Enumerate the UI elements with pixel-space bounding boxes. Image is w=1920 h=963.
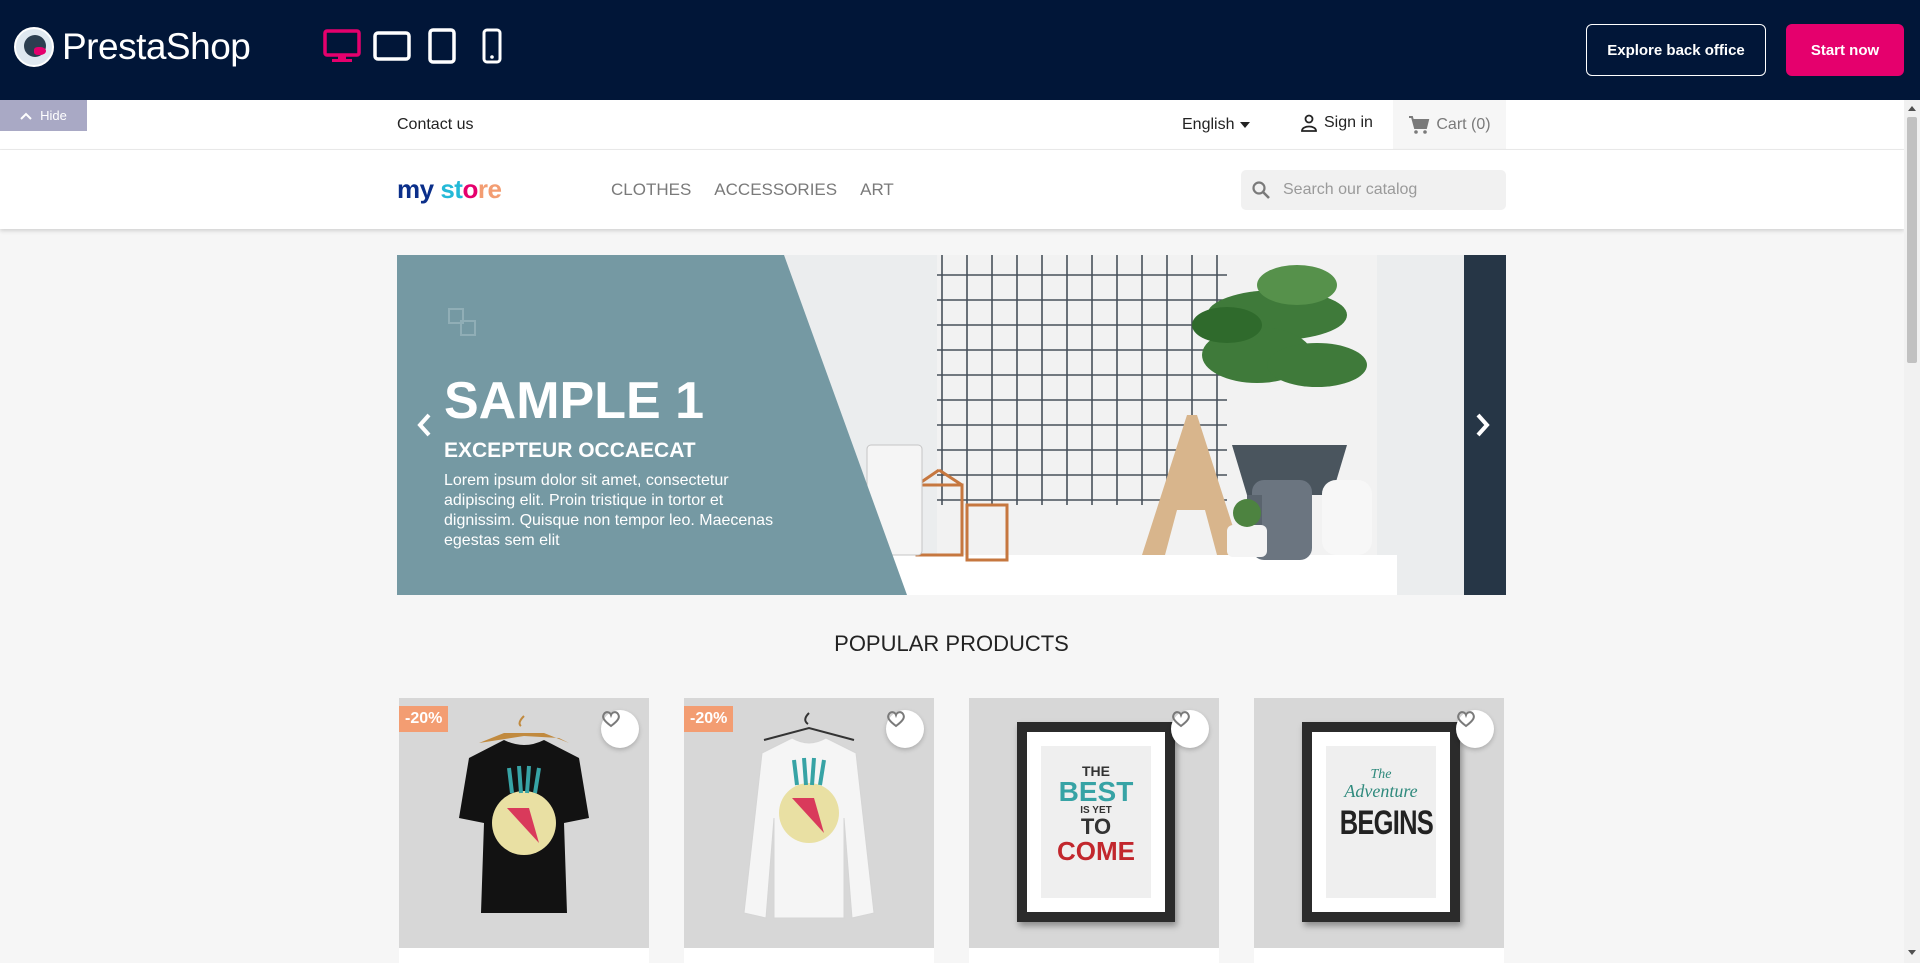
menu-item-art[interactable]: ART — [860, 180, 894, 200]
desktop-icon[interactable] — [322, 26, 362, 66]
language-selector[interactable]: English — [1182, 116, 1251, 134]
menu-item-accessories[interactable]: ACCESSORIES — [714, 180, 837, 200]
search-icon[interactable] — [1241, 180, 1281, 200]
chevron-right-icon — [1476, 413, 1490, 437]
puffin-logo-icon — [14, 27, 54, 67]
product-card[interactable]: The Adventure BEGINS — [1254, 698, 1504, 963]
product-image[interactable]: -20% — [399, 698, 649, 948]
poster-line: Adventure — [1344, 781, 1418, 801]
sign-in-link[interactable]: Sign in — [1300, 114, 1373, 132]
heart-icon — [602, 711, 620, 728]
poster-line: The — [1370, 767, 1392, 782]
poster-line: COME — [1057, 836, 1135, 866]
poster-line: BEST — [1058, 776, 1134, 807]
hide-label: Hide — [40, 108, 67, 123]
product-card[interactable]: -20% — [399, 698, 649, 963]
wishlist-button[interactable] — [1171, 710, 1209, 748]
header-nav: Contact us English Sign in Cart (0) — [0, 100, 1904, 150]
discount-badge: -20% — [684, 706, 734, 732]
prestashop-logo[interactable]: PrestaShop — [14, 26, 251, 68]
wishlist-button[interactable] — [886, 710, 924, 748]
tablet-landscape-icon[interactable] — [372, 26, 412, 66]
prestashop-brand-name: PrestaShop — [62, 26, 251, 67]
slide-title: SAMPLE 1 — [444, 372, 705, 430]
heart-icon — [1172, 711, 1190, 728]
caret-down-icon — [1240, 122, 1251, 128]
product-list: -20% -20% THE BEST IS YET TO COME The Ad… — [399, 698, 1504, 963]
device-switcher — [322, 26, 512, 66]
cart-label: Cart (0) — [1436, 115, 1491, 133]
user-icon — [1301, 114, 1317, 132]
demo-toolbar: PrestaShop Explore back office Start now — [0, 0, 1920, 100]
product-card[interactable]: THE BEST IS YET TO COME — [969, 698, 1219, 963]
explore-back-office-button[interactable]: Explore back office — [1586, 24, 1766, 76]
start-now-button[interactable]: Start now — [1786, 24, 1904, 76]
heart-icon — [887, 711, 905, 728]
sign-in-label: Sign in — [1324, 114, 1373, 131]
carousel-prev-arrow[interactable] — [409, 405, 439, 445]
popular-products-title: POPULAR PRODUCTS — [834, 631, 1069, 656]
product-image[interactable]: THE BEST IS YET TO COME — [969, 698, 1219, 948]
cart-button[interactable]: Cart (0) — [1393, 100, 1506, 149]
slide-subtitle: EXCEPTEUR OCCAECAT — [444, 439, 696, 462]
poster-line: TO — [1080, 814, 1112, 839]
header-main: my store CLOTHES ACCESSORIES ART — [0, 150, 1904, 229]
mobile-icon[interactable] — [472, 26, 512, 66]
slide-caption: SAMPLE 1 EXCEPTEUR OCCAECAT Lorem ipsum … — [444, 375, 774, 551]
poster-frame: The Adventure BEGINS — [1302, 722, 1460, 922]
logo-text-my: my — [397, 174, 434, 204]
shopping-cart-icon — [1409, 115, 1430, 134]
language-label: English — [1182, 116, 1235, 133]
chevron-up-icon — [20, 112, 32, 120]
chevron-left-icon — [417, 413, 431, 437]
hero-carousel: SAMPLE 1 EXCEPTEUR OCCAECAT Lorem ipsum … — [397, 255, 1506, 595]
carousel-next-arrow[interactable] — [1468, 405, 1498, 445]
menu-item-clothes[interactable]: CLOTHES — [611, 180, 691, 200]
scroll-down-arrow-icon[interactable] — [1908, 950, 1916, 955]
discount-badge: -20% — [399, 706, 449, 732]
scroll-up-arrow-icon[interactable] — [1908, 106, 1916, 111]
slide-description: Lorem ipsum dolor sit amet, consectetur … — [444, 472, 774, 549]
poster-frame: THE BEST IS YET TO COME — [1017, 722, 1175, 922]
logo-text-st: st — [440, 174, 463, 204]
logo-text-re: re — [477, 174, 502, 204]
product-image[interactable]: -20% — [684, 698, 934, 948]
wishlist-button[interactable] — [601, 710, 639, 748]
heart-icon — [1457, 711, 1475, 728]
store-logo[interactable]: my store — [397, 174, 502, 205]
logo-text-o: o — [462, 174, 478, 204]
product-image[interactable]: The Adventure BEGINS — [1254, 698, 1504, 948]
search-input[interactable] — [1281, 180, 1495, 200]
scrollbar-thumb[interactable] — [1907, 117, 1917, 363]
search-widget — [1241, 170, 1506, 210]
tablet-portrait-icon[interactable] — [422, 26, 462, 66]
page-scrollbar[interactable] — [1904, 100, 1920, 963]
wishlist-button[interactable] — [1456, 710, 1494, 748]
main-menu: CLOTHES ACCESSORIES ART — [611, 180, 894, 200]
poster-line: BEGINS — [1339, 804, 1434, 842]
contact-us-link[interactable]: Contact us — [397, 116, 473, 134]
product-card[interactable]: -20% — [684, 698, 934, 963]
hide-toolbar-button[interactable]: Hide — [0, 100, 87, 131]
